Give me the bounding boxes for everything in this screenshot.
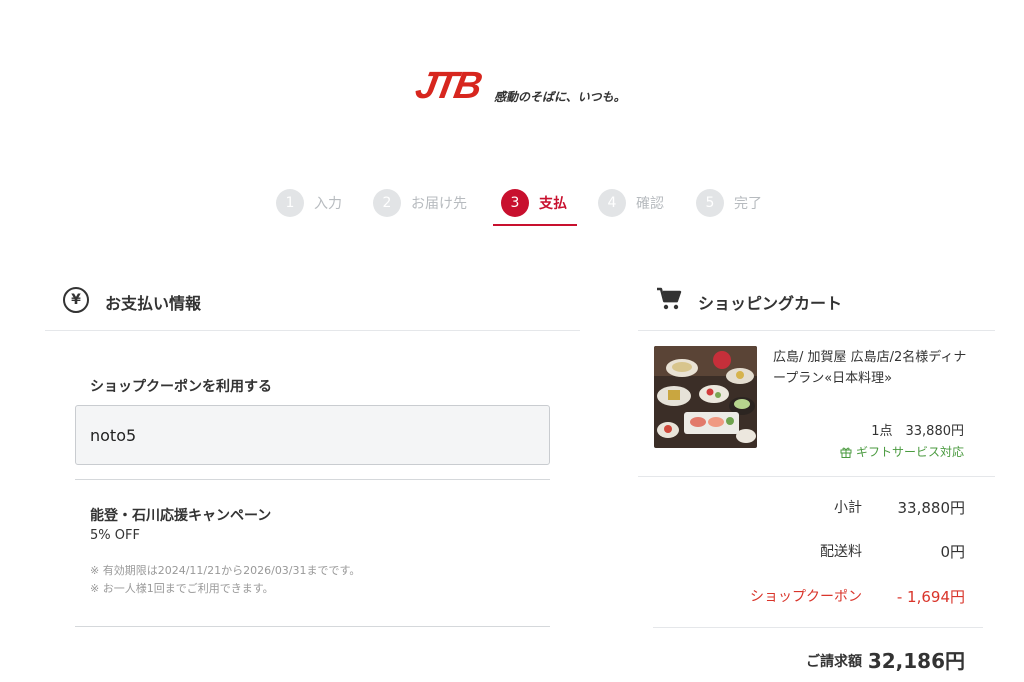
divider xyxy=(653,627,983,628)
divider xyxy=(638,476,995,477)
product-name[interactable]: 広島/ 加賀屋 広島店/2名様ディナープラン«日本料理» xyxy=(773,347,973,389)
logo-tagline: 感動のそばに、いつも。 xyxy=(494,90,626,104)
summary-value: 33,880円 xyxy=(897,499,966,517)
cart-icon xyxy=(657,287,682,310)
cart-title: ショッピングカート xyxy=(698,294,843,313)
summary-total: ご請求額 32,186円 xyxy=(653,645,965,675)
payment-title: お支払い情報 xyxy=(105,294,202,313)
gift-label: ギフトサービス対応 xyxy=(855,445,964,459)
step-payment: 3 支払 xyxy=(501,186,567,220)
coupon-label: ショップクーポンを利用する xyxy=(90,379,272,395)
step-delivery: 2 お届け先 xyxy=(373,186,467,220)
coupon-input[interactable] xyxy=(75,405,550,465)
checkout-steps: 1 入力 2 お届け先 3 支払 4 確認 5 完了 xyxy=(272,186,772,226)
step-label: 確認 xyxy=(636,196,664,212)
step-number: 5 xyxy=(696,189,724,217)
jtb-logo[interactable]: JTB 感動のそばに、いつも。 xyxy=(412,65,636,108)
campaign-note: ※ 有効期限は2024/11/21から2026/03/31までです。 xyxy=(90,564,361,577)
gift-icon xyxy=(840,447,852,458)
summary-label: 配送料 xyxy=(820,544,862,560)
summary-label: 小計 xyxy=(834,500,862,516)
product-qty-price: 1点 33,880円 xyxy=(871,424,964,439)
cart-section-header: ショッピングカート xyxy=(638,285,995,331)
step-number: 3 xyxy=(501,189,529,217)
divider xyxy=(75,626,550,627)
step-label: 完了 xyxy=(734,196,762,212)
step-confirm: 4 確認 xyxy=(598,186,664,220)
total-label: ご請求額 xyxy=(806,654,862,670)
step-label: お届け先 xyxy=(411,196,467,212)
summary-coupon: ショップクーポン - 1,694円 xyxy=(653,586,965,608)
campaign-note: ※ お一人様1回までご利用できます。 xyxy=(90,582,274,595)
logo-mark: JTB xyxy=(412,65,483,107)
campaign-discount: 5% OFF xyxy=(90,528,140,543)
summary-shipping: 配送料 0円 xyxy=(653,541,965,563)
step-input: 1 入力 xyxy=(276,186,342,220)
payment-section-header: ¥ お支払い情報 xyxy=(45,285,580,331)
total-value: 32,186円 xyxy=(867,649,965,673)
food-photo xyxy=(654,346,757,448)
yen-icon: ¥ xyxy=(63,287,89,313)
step-number: 4 xyxy=(598,189,626,217)
summary-subtotal: 小計 33,880円 xyxy=(653,497,965,519)
step-complete: 5 完了 xyxy=(696,186,762,220)
summary-value: - 1,694円 xyxy=(896,588,965,606)
gift-service-badge: ギフトサービス対応 xyxy=(840,443,964,460)
product-image[interactable] xyxy=(654,346,757,448)
step-number: 2 xyxy=(373,189,401,217)
summary-label: ショップクーポン xyxy=(750,589,862,605)
divider xyxy=(75,479,550,480)
campaign-title: 能登・石川応援キャンペーン xyxy=(90,508,272,524)
summary-value: 0円 xyxy=(940,543,965,561)
active-step-underline xyxy=(493,224,577,226)
step-label: 支払 xyxy=(539,196,567,212)
step-number: 1 xyxy=(276,189,304,217)
step-label: 入力 xyxy=(314,196,342,212)
